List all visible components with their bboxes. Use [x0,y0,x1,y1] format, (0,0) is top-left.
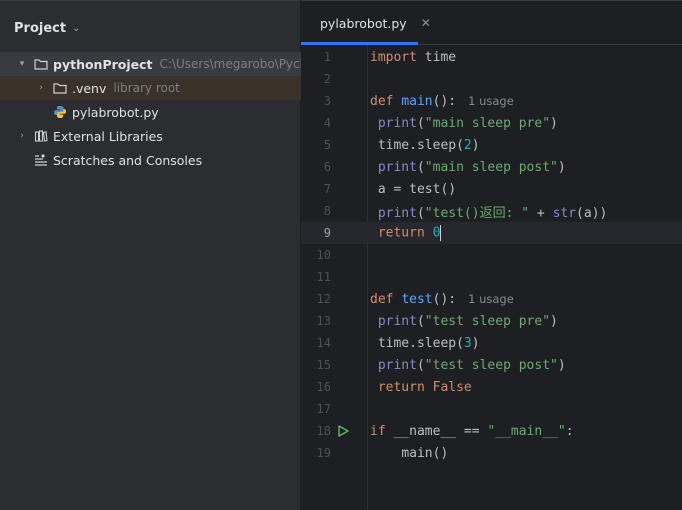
code-line[interactable]: 15 print("test sleep post") [301,354,682,376]
code-line[interactable]: 10 [301,244,682,266]
line-number: 3 [323,94,331,108]
line-number: 16 [316,380,331,394]
code-line[interactable]: 16 return False [301,376,682,398]
library-root-hint: library root [113,81,180,95]
line-number: 19 [316,446,331,460]
line-number: 5 [323,138,331,152]
tree-item-venv[interactable]: › .venv library root [0,76,335,100]
project-tool-window: Project ⌄ ▾ pythonProject C:\Users\megar… [0,0,335,510]
line-number: 6 [323,160,331,174]
tree-item-scratches[interactable]: Scratches and Consoles [0,148,334,172]
tree-item-external-libraries[interactable]: › External Libraries [0,124,316,148]
line-number: 7 [323,182,331,196]
project-view-selector[interactable]: Project ⌄ [14,19,80,37]
line-number: 10 [316,248,331,262]
line-number: 8 [323,204,331,218]
chevron-right-icon[interactable]: › [16,131,28,141]
code-line[interactable]: 18 if __name__ == "__main__": [301,420,682,442]
tree-item-label: pylabrobot.py [72,104,159,120]
line-number: 13 [316,314,331,328]
line-number: 4 [323,116,331,130]
python-file-icon [54,106,66,118]
chevron-right-icon[interactable]: › [35,83,47,93]
folder-icon [34,59,48,70]
current-code-line[interactable]: 9 return 0 [301,222,682,244]
code-line[interactable]: 17 [301,398,682,420]
code-line[interactable]: 3 def main(): 1 usage [301,90,682,112]
code-line[interactable]: 8 print("test()返回: " + str(a)) [301,200,682,222]
code-line[interactable]: 5 time.sleep(2) [301,134,682,156]
line-number: 15 [316,358,331,372]
usage-hint[interactable]: 1 usage [468,94,514,108]
editor-tab-bar: pylabrobot.py ✕ [301,0,682,45]
line-number: 11 [316,270,331,284]
usage-hint[interactable]: 1 usage [468,292,514,306]
code-line[interactable]: 1 import time [301,46,682,68]
project-path: C:\Users\megarobo\Pycha [159,57,315,71]
code-line[interactable]: 7 a = test() [301,178,682,200]
folder-icon [53,83,67,94]
line-number: 18 [316,424,331,438]
panel-title: Project [14,20,67,36]
line-number: 1 [323,50,331,64]
code-editor: pylabrobot.py ✕ 1 import time 2 3 def ma… [301,0,682,510]
code-line[interactable]: 14 time.sleep(3) [301,332,682,354]
run-icon[interactable] [337,425,349,437]
line-number: 9 [323,226,331,240]
tree-item-label: External Libraries [53,128,163,144]
code-line[interactable]: 13 print("test sleep pre") [301,310,682,332]
code-line[interactable]: 19 main() [301,442,682,464]
line-number: 17 [316,402,331,416]
code-line[interactable]: 6 print("main sleep post") [301,156,682,178]
text-caret [440,225,442,241]
scratches-icon [35,154,47,166]
code-line[interactable]: 4 print("main sleep pre") [301,112,682,134]
close-icon[interactable]: ✕ [421,16,431,30]
code-area[interactable]: 1 import time 2 3 def main(): 1 usage 4 p… [301,46,682,464]
editor-tab-pylabrobot[interactable]: pylabrobot.py ✕ [301,1,431,45]
tab-label: pylabrobot.py [320,15,407,31]
line-number: 14 [316,336,331,350]
tree-item-label: .venv [72,80,107,96]
code-line[interactable]: 11 [301,266,682,288]
code-line[interactable]: 12 def test(): 1 usage [301,288,682,310]
active-tab-indicator [301,42,418,45]
chevron-down-icon: ⌄ [72,22,81,34]
tree-item-project-root[interactable]: ▾ pythonProject C:\Users\megarobo\Pycha [0,52,316,76]
line-number: 2 [323,72,331,86]
line-number: 12 [316,292,331,306]
code-line[interactable]: 2 [301,68,682,90]
library-icon [34,130,48,142]
chevron-down-icon[interactable]: ▾ [16,59,28,69]
tree-item-label: Scratches and Consoles [53,152,203,168]
tree-item-label: pythonProject [53,56,153,72]
